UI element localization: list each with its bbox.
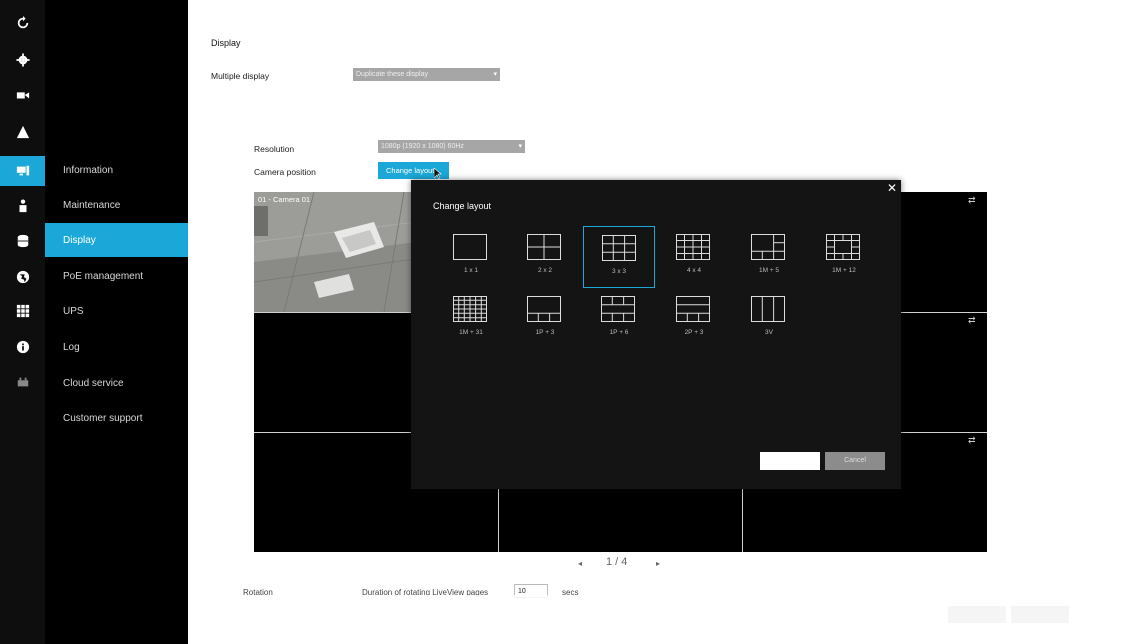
rail-device-button[interactable]	[0, 367, 45, 397]
camera-label: 01 - Camera 01	[258, 195, 311, 204]
multiple-display-select[interactable]: Duplicate these display ▾	[353, 68, 500, 81]
mouse-cursor-icon	[434, 168, 442, 180]
layout-3x3-icon	[602, 235, 636, 261]
menu-item-poe-management[interactable]: PoE management	[45, 259, 188, 293]
layout-3v-icon	[751, 296, 785, 322]
rail-refresh-button[interactable]	[0, 8, 45, 38]
apps-grid-icon	[16, 304, 29, 318]
info-icon	[16, 340, 29, 354]
layout-option-label: 1 x 1	[463, 267, 479, 274]
layout-option-1m-31[interactable]: 1M + 31	[435, 288, 507, 350]
layout-option-2x2[interactable]: 2 x 2	[509, 226, 581, 288]
layout-option-1p-6[interactable]: 1P + 6	[583, 288, 655, 350]
resolution-value: 1080p (1920 x 1080) 60Hz	[381, 143, 464, 150]
swap-icon[interactable]: ⇄	[968, 315, 976, 326]
layout-1m-5-icon	[751, 234, 785, 260]
menu-item-ups[interactable]: UPS	[45, 294, 188, 328]
rail-info-button[interactable]	[0, 332, 45, 362]
layout-1p-6-icon	[601, 296, 635, 322]
page-indicator: 1 / 4	[606, 556, 628, 568]
layout-option-1m-5[interactable]: 1M + 5	[733, 226, 805, 288]
dialog-title: Change layout	[433, 201, 492, 211]
network-icon	[16, 270, 29, 284]
next-page-icon[interactable]: ▸	[656, 559, 660, 568]
rail-apps-button[interactable]	[0, 296, 45, 326]
alert-triangle-icon	[16, 125, 29, 139]
icon-rail	[0, 0, 45, 644]
gear-icon	[15, 53, 30, 67]
layout-option-label: 1M + 5	[758, 267, 780, 274]
change-layout-dialog: Change layout ✕ 1 x 1 2 x 2 3 x 3 4 x 4 …	[411, 180, 901, 489]
layout-option-1p-3[interactable]: 1P + 3	[509, 288, 581, 350]
menu-item-log[interactable]: Log	[45, 330, 188, 364]
monitor-icon	[16, 165, 29, 176]
layout-option-label: 3V	[765, 329, 773, 336]
rail-user-button[interactable]	[0, 191, 45, 221]
layout-option-1x1[interactable]: 1 x 1	[435, 226, 507, 288]
menu-item-information[interactable]: Information	[45, 153, 188, 187]
ok-button[interactable]	[760, 452, 820, 470]
layout-option-3x3[interactable]: 3 x 3	[583, 226, 655, 288]
layout-1p-3-icon	[527, 296, 561, 322]
user-icon	[19, 199, 26, 213]
layout-option-2p-3[interactable]: 2P + 3	[658, 288, 730, 350]
layout-option-label: 2P + 3	[684, 329, 704, 336]
layout-option-4x4[interactable]: 4 x 4	[658, 226, 730, 288]
menu-item-cloud-service[interactable]: Cloud service	[45, 366, 188, 400]
device-icon	[17, 377, 28, 387]
multiple-display-value: Duplicate these display	[356, 71, 428, 78]
refresh-icon	[17, 16, 28, 29]
layout-option-label: 1P + 6	[609, 329, 629, 336]
resolution-label: Resolution	[254, 144, 295, 154]
prev-page-icon[interactable]: ◂	[578, 559, 582, 568]
layout-1m-12-icon	[826, 234, 860, 260]
layout-4x4-icon	[676, 234, 710, 260]
layout-1m-31-icon	[453, 296, 487, 322]
cancel-button[interactable]: Cancel	[825, 452, 885, 470]
layout-option-label: 4 x 4	[686, 267, 702, 274]
system-menu: Information Maintenance Display PoE mana…	[45, 0, 188, 644]
video-camera-icon	[16, 92, 29, 99]
apply-button[interactable]	[948, 606, 1006, 623]
rail-event-button[interactable]	[0, 117, 45, 147]
layout-2p-3-icon	[676, 296, 710, 322]
swap-icon[interactable]: ⇄	[968, 435, 976, 446]
page-title: Display	[211, 38, 241, 48]
layout-option-label: 3 x 3	[611, 268, 627, 275]
layout-option-label: 1P + 3	[535, 329, 555, 336]
layout-option-label: 1M + 31	[459, 329, 483, 336]
multiple-display-label: Multiple display	[211, 71, 270, 81]
menu-item-customer-support[interactable]: Customer support	[45, 401, 188, 435]
layout-1x1-icon	[453, 234, 487, 260]
layout-option-3v[interactable]: 3V	[733, 288, 805, 350]
layout-option-1m-12[interactable]: 1M + 12	[808, 226, 880, 288]
menu-item-display[interactable]: Display	[45, 223, 188, 257]
menu-item-maintenance[interactable]: Maintenance	[45, 188, 188, 222]
layout-2x2-icon	[527, 234, 561, 260]
database-icon	[17, 234, 28, 248]
rail-storage-button[interactable]	[0, 226, 45, 256]
resolution-select[interactable]: 1080p (1920 x 1080) 60Hz ▾	[378, 140, 525, 153]
swap-icon[interactable]: ⇄	[968, 195, 976, 206]
rail-network-button[interactable]	[0, 262, 45, 292]
rail-camera-button[interactable]	[0, 80, 45, 110]
layout-option-label: 1M + 12	[832, 267, 856, 274]
camera-position-label: Camera position	[254, 167, 316, 177]
rail-settings-button[interactable]	[0, 45, 45, 75]
close-icon[interactable]: ✕	[887, 181, 897, 195]
chevron-down-icon: ▾	[493, 71, 497, 78]
rail-system-button[interactable]	[0, 156, 45, 186]
chevron-down-icon: ▾	[518, 143, 522, 150]
layout-option-label: 2 x 2	[537, 267, 553, 274]
reset-button[interactable]	[1011, 606, 1069, 623]
